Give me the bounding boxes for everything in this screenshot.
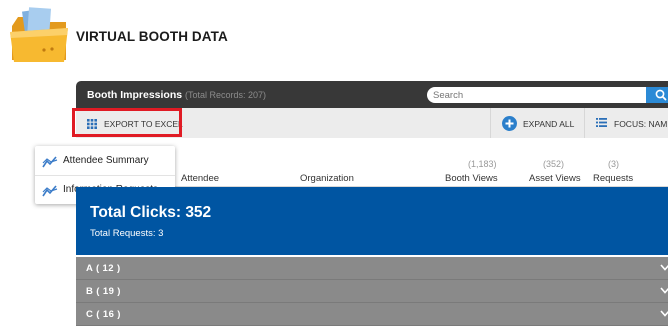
booth-views-count: (1,183): [468, 159, 497, 169]
group-label: A ( 12 ): [86, 263, 121, 274]
focus-name-button[interactable]: FOCUS: NAME: [596, 108, 668, 138]
column-booth-views[interactable]: Booth Views: [445, 173, 498, 184]
chevron-down-icon: [660, 287, 668, 294]
requests-count: (3): [608, 159, 619, 169]
focus-name-label: FOCUS: NAME: [614, 119, 668, 129]
group-label: C ( 16 ): [86, 309, 121, 320]
record-count: (Total Records: 207): [185, 90, 267, 100]
menu-item-label: Attendee Summary: [63, 155, 149, 166]
panel-title: Booth Impressions: [87, 89, 183, 101]
expand-all-button[interactable]: EXPAND ALL: [502, 108, 582, 138]
column-attendee[interactable]: Attendee: [181, 173, 219, 184]
toolbar-divider: [584, 108, 585, 138]
column-requests[interactable]: Requests: [593, 173, 633, 184]
list-icon: [596, 118, 607, 127]
folder-icon: [8, 4, 70, 66]
toolbar-divider: [490, 108, 491, 138]
group-row-b[interactable]: B ( 19 ): [76, 280, 668, 303]
chart-line-icon: [42, 185, 58, 197]
column-organization[interactable]: Organization: [300, 173, 354, 184]
chart-line-icon: [42, 156, 58, 168]
expand-all-label: EXPAND ALL: [523, 119, 575, 129]
group-label: B ( 19 ): [86, 286, 121, 297]
search-button[interactable]: [646, 87, 668, 103]
total-requests: Total Requests: 3: [90, 228, 164, 239]
summary-banner: Total Clicks: 352 Total Requests: 3: [76, 187, 668, 255]
total-clicks: Total Clicks: 352: [90, 204, 212, 221]
page-title: VIRTUAL BOOTH DATA: [76, 29, 228, 44]
asset-views-count: (352): [543, 159, 565, 169]
search-icon: [655, 89, 667, 101]
column-asset-views[interactable]: Asset Views: [529, 173, 581, 184]
group-row-a[interactable]: A ( 12 ): [76, 257, 668, 280]
menu-item-attendee-summary[interactable]: Attendee Summary: [35, 147, 175, 175]
group-row-c[interactable]: C ( 16 ): [76, 303, 668, 326]
chevron-down-icon: [660, 264, 668, 271]
panel-title-bar: Booth Impressions (Total Records: 207): [76, 81, 668, 108]
plus-circle-icon: [502, 116, 517, 131]
highlight-box: [72, 108, 182, 137]
chevron-down-icon: [660, 310, 668, 317]
search-input[interactable]: [427, 87, 646, 103]
